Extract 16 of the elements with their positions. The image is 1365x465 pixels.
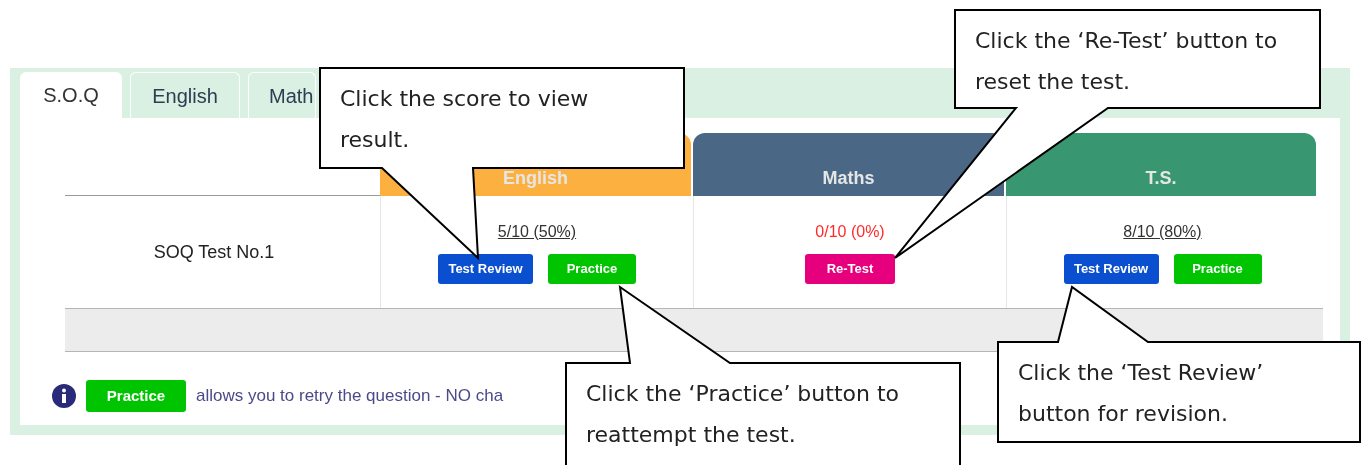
callout-text: Click the ‘Practice’ button to reattempt the test. <box>586 380 900 449</box>
tab[interactable]: S.O.Q <box>20 72 122 118</box>
note-text: allows you to retry the question - NO cha <box>196 385 504 408</box>
callout-text: Click the ‘Test Review’ button for revision. <box>1018 359 1265 428</box>
score[interactable]: 8/10 (80%) <box>1123 220 1202 244</box>
score: 0/10 (0%) <box>815 222 885 242</box>
test-review-button[interactable]: Test Review <box>438 254 533 284</box>
re-test-button[interactable]: Re-Test <box>805 254 895 284</box>
tab[interactable]: English <box>130 72 240 118</box>
score[interactable]: 5/10 (50%) <box>497 220 577 244</box>
info-icon <box>52 384 76 408</box>
test-name: SOQ Test No.1 <box>153 240 275 264</box>
callout-text: Click the ‘Re-Test’ button to reset the test. <box>975 27 1279 96</box>
tab[interactable]: Math <box>248 72 317 118</box>
subject-header: T.S. <box>1006 133 1316 196</box>
test-review-button[interactable]: Test Review <box>1063 254 1159 284</box>
